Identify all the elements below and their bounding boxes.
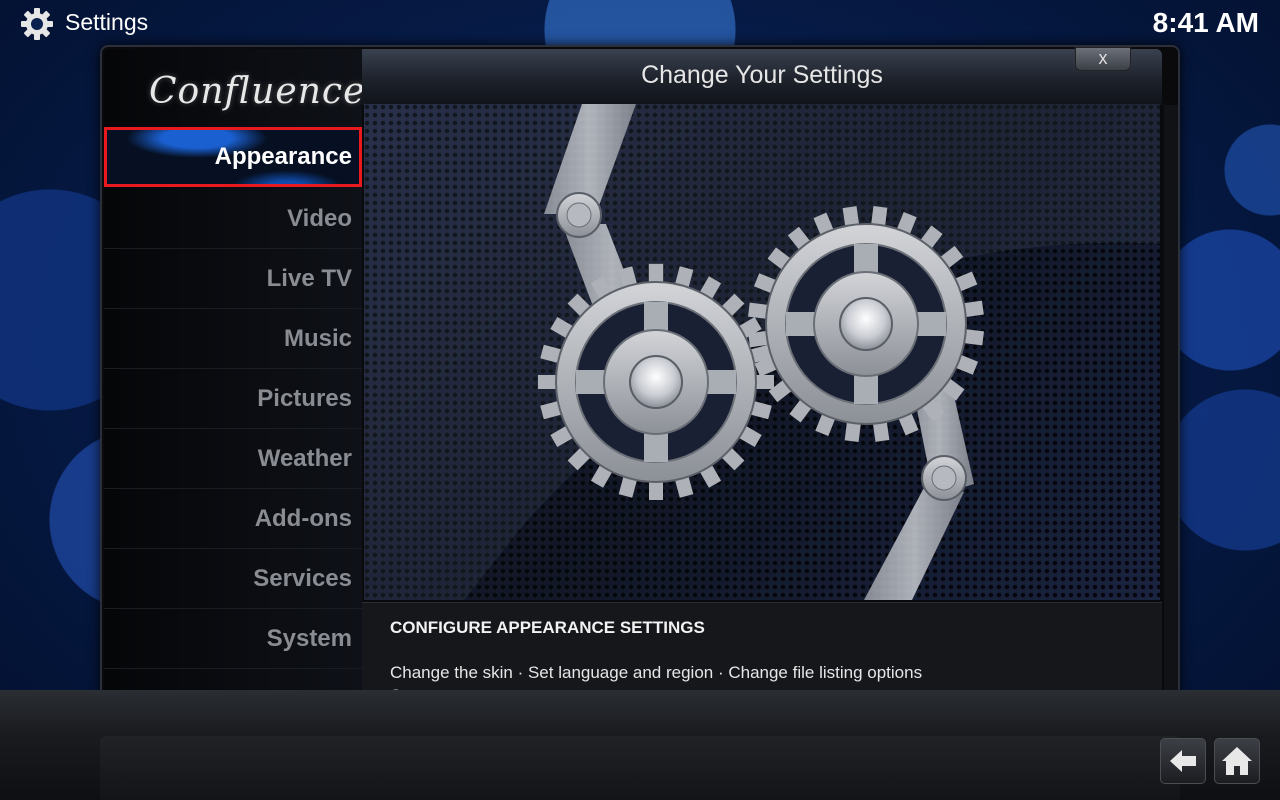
clock: 8:41 AM — [1152, 7, 1259, 38]
description-heading: CONFIGURE APPEARANCE SETTINGS — [390, 618, 705, 637]
gear-icon — [21, 8, 53, 40]
back-button[interactable] — [1160, 738, 1206, 784]
sidebar: Confluence Appearance Video Live TV Musi… — [104, 49, 366, 733]
confluence-logo: Confluence — [149, 71, 366, 112]
home-icon — [1222, 747, 1252, 775]
sidebar-item-live-tv[interactable]: Live TV — [104, 249, 362, 309]
sidebar-item-music[interactable]: Music — [104, 309, 362, 369]
sidebar-item-system[interactable]: System — [104, 609, 362, 669]
page-title: Settings — [65, 9, 149, 35]
sidebar-item-weather[interactable]: Weather — [104, 429, 362, 489]
scrollbar — [1164, 105, 1178, 731]
sidebar-item-pictures[interactable]: Pictures — [104, 369, 362, 429]
dialog-header: Change Your Settings — [362, 49, 1162, 105]
home-button[interactable] — [1214, 738, 1260, 784]
sidebar-item-add-ons[interactable]: Add-ons — [104, 489, 362, 549]
bottom-panel — [100, 736, 1180, 800]
sidebar-item-appearance[interactable]: Appearance — [104, 127, 362, 187]
dialog-title: Change Your Settings — [641, 61, 883, 89]
description-line-1: Change the skin · Set language and regio… — [390, 663, 923, 682]
bottom-bar — [0, 690, 1280, 800]
sidebar-item-video[interactable]: Video — [104, 189, 362, 249]
pivot-bolt-bottom-icon — [921, 455, 967, 501]
category-preview-image — [364, 104, 1160, 600]
sidebar-item-services[interactable]: Services — [104, 549, 362, 609]
back-arrow-icon — [1170, 750, 1196, 772]
top-bar: Settings 8:41 AM — [0, 0, 1280, 48]
close-button[interactable]: x — [1075, 47, 1131, 71]
pivot-bolt-top-icon — [556, 192, 602, 238]
settings-dialog: Confluence Appearance Video Live TV Musi… — [100, 45, 1180, 734]
gear-left-icon — [538, 263, 774, 500]
